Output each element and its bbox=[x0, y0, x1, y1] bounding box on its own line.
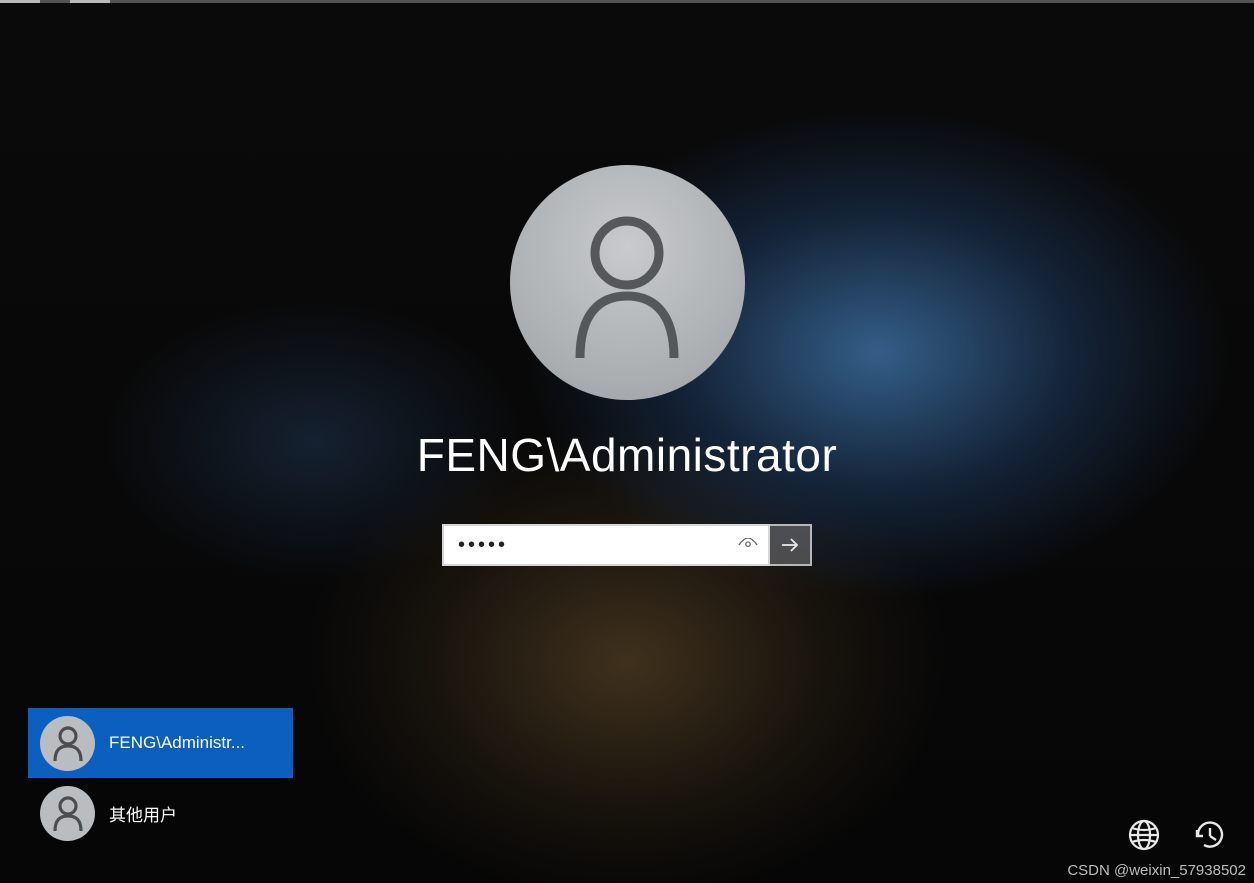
account-avatar bbox=[40, 786, 95, 841]
watermark-text: CSDN @weixin_57938502 bbox=[1067, 862, 1246, 879]
arrow-right-icon bbox=[779, 534, 801, 556]
account-item-administrator[interactable]: FENG\Administr... bbox=[28, 708, 293, 778]
window-top-edge bbox=[0, 0, 1254, 3]
account-list: FENG\Administr... 其他用户 bbox=[28, 708, 293, 848]
account-avatar bbox=[40, 716, 95, 771]
username-display: FENG\Administrator bbox=[417, 428, 838, 482]
account-item-other-user[interactable]: 其他用户 bbox=[28, 778, 293, 848]
submit-button[interactable] bbox=[770, 524, 812, 566]
account-label: FENG\Administr... bbox=[109, 733, 245, 753]
user-avatar-large bbox=[510, 165, 745, 400]
reveal-password-button[interactable] bbox=[732, 526, 764, 564]
user-icon bbox=[52, 795, 84, 831]
ease-of-access-icon bbox=[1193, 818, 1227, 852]
user-icon bbox=[562, 208, 692, 358]
password-input[interactable] bbox=[444, 526, 768, 564]
eye-icon bbox=[738, 538, 758, 552]
user-icon bbox=[52, 725, 84, 761]
password-row bbox=[442, 524, 812, 566]
ease-of-access-button[interactable] bbox=[1190, 815, 1230, 855]
network-button[interactable] bbox=[1124, 815, 1164, 855]
account-label: 其他用户 bbox=[109, 801, 177, 826]
password-box bbox=[442, 524, 770, 566]
utility-buttons bbox=[1124, 815, 1230, 855]
login-center-panel: FENG\Administrator bbox=[0, 165, 1254, 566]
network-icon bbox=[1127, 818, 1161, 852]
